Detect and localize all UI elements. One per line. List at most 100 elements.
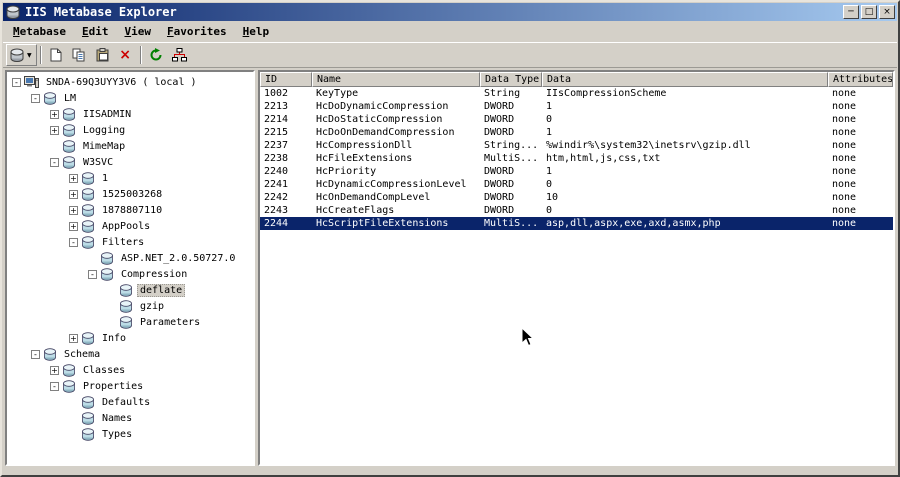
tree-item-types[interactable]: Types: [7, 426, 253, 442]
table-row-2237[interactable]: 2237 HcCompressionDll String... %windir%\sy…: [260, 139, 893, 152]
tree-item-filters[interactable]: - Filters: [7, 234, 253, 250]
tree-item-properties[interactable]: - Properties: [7, 378, 253, 394]
cell-type: DWORD: [484, 127, 515, 138]
expand-plus-icon[interactable]: +: [50, 109, 59, 119]
collapse-minus-icon[interactable]: -: [69, 237, 78, 247]
collapse-minus-icon[interactable]: -: [31, 93, 40, 103]
tree-item-label: AppPools: [102, 220, 151, 232]
column-header-name[interactable]: Name: [312, 72, 480, 87]
cell-name: HcDoDynamicCompression: [316, 101, 449, 112]
network-button[interactable]: [168, 45, 191, 66]
column-header-data-type[interactable]: Data Type: [480, 72, 542, 87]
tree-item-label: Types: [102, 428, 133, 440]
collapse-minus-icon[interactable]: -: [50, 157, 59, 167]
table-row-1002[interactable]: 1002 KeyType String IIsCompressionScheme non…: [260, 87, 893, 100]
expand-plus-icon[interactable]: +: [69, 333, 78, 343]
database-icon: [81, 427, 95, 441]
collapse-minus-icon[interactable]: -: [31, 349, 40, 359]
tree-item-info[interactable]: + Info: [7, 330, 253, 346]
tree-item-parameters[interactable]: Parameters: [7, 314, 253, 330]
window-controls: ─ □ ×: [843, 5, 895, 19]
tree-item-gzip[interactable]: gzip: [7, 298, 253, 314]
expand-plus-icon[interactable]: +: [69, 205, 78, 215]
table-row-2243[interactable]: 2243 HcCreateFlags DWORD 0 none: [260, 204, 893, 217]
table-row-2242[interactable]: 2242 HcOnDemandCompLevel DWORD 10 none: [260, 191, 893, 204]
table-row-2214[interactable]: 2214 HcDoStaticCompression DWORD 0 none: [260, 113, 893, 126]
new-page-icon: [50, 48, 62, 62]
tree-item-1[interactable]: +1: [7, 170, 253, 186]
cell-data: %windir%\system32\inetsrv\gzip.dll: [546, 140, 751, 151]
paste-button[interactable]: [91, 45, 114, 66]
toolbar-separator: [39, 46, 42, 64]
tree-item-logging[interactable]: + Logging: [7, 122, 253, 138]
database-icon: [62, 139, 76, 153]
minimize-button[interactable]: ─: [843, 5, 859, 19]
menu-view[interactable]: View: [116, 22, 159, 41]
tree-item-asp-net-2-0-50727-0[interactable]: ASP.NET_2.0.50727.0: [7, 250, 253, 266]
menu-help[interactable]: Help: [235, 22, 278, 41]
expand-plus-icon[interactable]: +: [69, 173, 78, 183]
delete-button[interactable]: ×: [114, 45, 137, 66]
tree-item-label: Compression: [121, 268, 188, 280]
cell-type: DWORD: [484, 179, 515, 190]
column-header-data[interactable]: Data: [542, 72, 828, 87]
database-icon: [100, 267, 114, 281]
tree-item-label: SNDA-69Q3UYY3V6 ( local ): [46, 76, 197, 88]
copy-button[interactable]: [68, 45, 91, 66]
table-row-2244[interactable]: 2244 HcScriptFileExtensions MultiS... asp,d…: [260, 217, 893, 230]
tree-item-defaults[interactable]: Defaults: [7, 394, 253, 410]
cell-id: 2240: [264, 166, 289, 177]
expand-plus-icon[interactable]: +: [69, 221, 78, 231]
column-header-id[interactable]: ID: [260, 72, 312, 87]
menu-favorites[interactable]: Favorites: [159, 22, 235, 41]
tree-item-mimemap[interactable]: MimeMap: [7, 138, 253, 154]
tree-item-deflate[interactable]: deflate: [7, 282, 253, 298]
maximize-button[interactable]: □: [861, 5, 877, 19]
tree-item-1525003268[interactable]: +1525003268: [7, 186, 253, 202]
tree-item-classes[interactable]: + Classes: [7, 362, 253, 378]
database-icon: [81, 219, 95, 233]
expand-plus-icon[interactable]: +: [69, 189, 78, 199]
tree-item-label: LM: [64, 92, 77, 104]
chevron-down-icon[interactable]: ▼: [25, 52, 34, 59]
close-button[interactable]: ×: [879, 5, 895, 19]
expand-plus-icon[interactable]: +: [50, 125, 59, 135]
cell-attr: none: [832, 205, 857, 216]
tree-item-label: Info: [102, 332, 127, 344]
database-icon: [81, 235, 95, 249]
tree-item-w3svc[interactable]: - W3SVC: [7, 154, 253, 170]
cell-id: 2215: [264, 127, 289, 138]
refresh-button[interactable]: [145, 45, 168, 66]
menu-edit[interactable]: Edit: [74, 22, 117, 41]
collapse-minus-icon[interactable]: -: [12, 77, 21, 87]
tree-item-1878807110[interactable]: +1878807110: [7, 202, 253, 218]
tree-item-label: 1525003268: [102, 188, 163, 200]
cell-name: HcDoStaticCompression: [316, 114, 443, 125]
cell-name: HcPriority: [316, 166, 377, 177]
tree-item-apppools[interactable]: + AppPools: [7, 218, 253, 234]
table-row-2213[interactable]: 2213 HcDoDynamicCompression DWORD 1 none: [260, 100, 893, 113]
collapse-minus-icon[interactable]: -: [50, 381, 59, 391]
expand-plus-icon[interactable]: +: [50, 365, 59, 375]
tree-item-iisadmin[interactable]: + IISADMIN: [7, 106, 253, 122]
tree-item-schema[interactable]: - Schema: [7, 346, 253, 362]
tree-item-label: deflate: [137, 283, 186, 297]
table-row-2241[interactable]: 2241 HcDynamicCompressionLevel DWORD 0 none: [260, 178, 893, 191]
cell-type: DWORD: [484, 166, 515, 177]
column-header-attributes[interactable]: Attributes: [828, 72, 893, 87]
new-key-button[interactable]: [45, 45, 68, 66]
menu-metabase[interactable]: Metabase: [5, 22, 74, 41]
table-row-2240[interactable]: 2240 HcPriority DWORD 1 none: [260, 165, 893, 178]
collapse-minus-icon[interactable]: -: [88, 269, 97, 279]
database-icon: [81, 411, 95, 425]
tree-item-compression[interactable]: - Compression: [7, 266, 253, 282]
window-bottom-frame: [3, 468, 897, 474]
tree-item-lm[interactable]: - LM: [7, 90, 253, 106]
tree-item-names[interactable]: Names: [7, 410, 253, 426]
tree-item-snda-69q3uyy3v6-local[interactable]: - SNDA-69Q3UYY3V6 ( local ): [7, 74, 253, 90]
cell-id: 2243: [264, 205, 289, 216]
table-row-2238[interactable]: 2238 HcFileExtensions MultiS... htm,html,js…: [260, 152, 893, 165]
connect-split-button[interactable]: ▼: [6, 44, 37, 66]
toolbar: ▼ ×: [3, 42, 897, 68]
table-row-2215[interactable]: 2215 HcDoOnDemandCompression DWORD 1 none: [260, 126, 893, 139]
